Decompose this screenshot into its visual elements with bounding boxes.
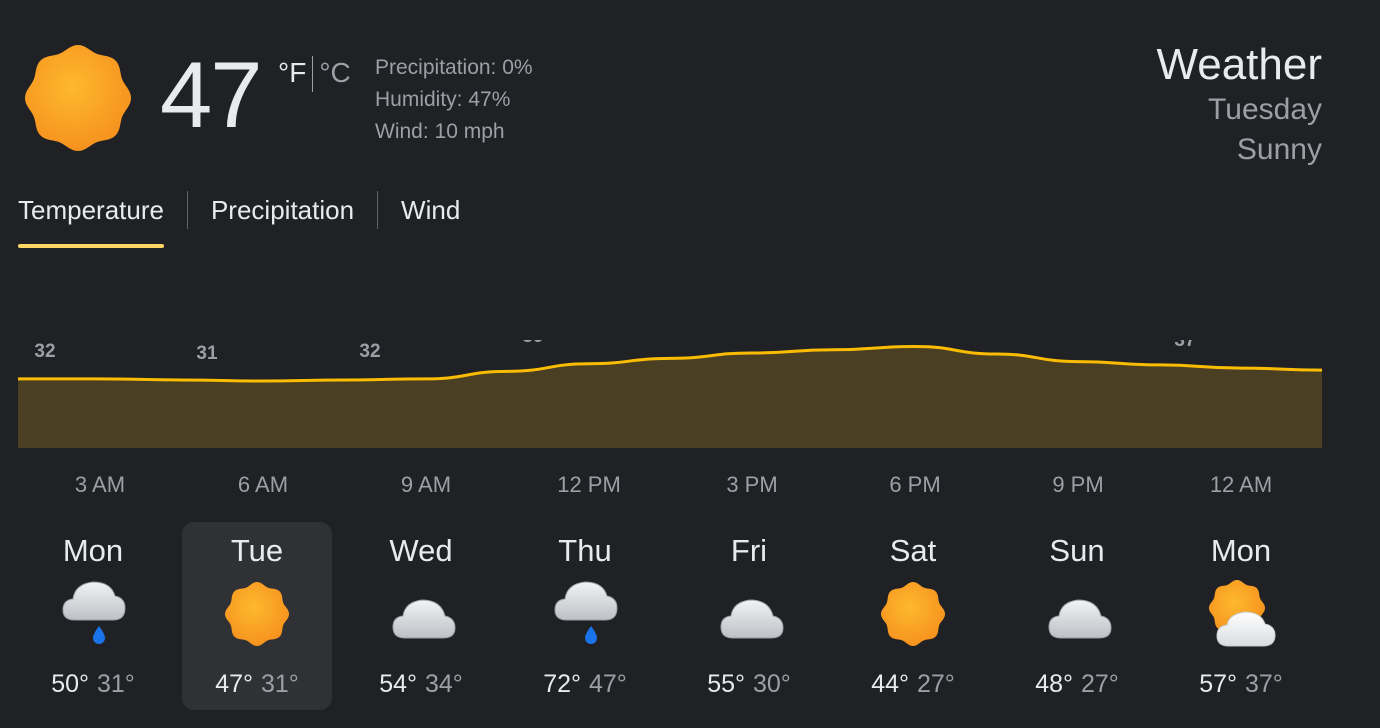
- low-temperature: 31°: [97, 670, 135, 698]
- tab-divider: [377, 191, 379, 229]
- hour-label: 6 PM: [889, 472, 941, 497]
- chart-data-label: 32: [34, 341, 55, 362]
- chart-data-label: 32: [359, 341, 380, 362]
- day-card-mon[interactable]: Mon 57° 37°: [1166, 522, 1316, 710]
- hour-label: 12 PM: [557, 472, 621, 497]
- day-temperatures: 44° 27°: [838, 668, 988, 700]
- hour-label: 9 PM: [1052, 472, 1104, 497]
- low-temperature: 47°: [589, 670, 627, 698]
- wind-text: Wind: 10 mph: [375, 120, 505, 143]
- low-temperature: 30°: [753, 670, 791, 698]
- weather-condition: Sunny: [1236, 133, 1322, 166]
- chart-data-label: 31: [196, 343, 218, 364]
- day-card-sun[interactable]: Sun 48° 27°: [1002, 522, 1152, 710]
- sun-icon: [24, 44, 132, 152]
- day-temperatures: 47° 31°: [182, 668, 332, 700]
- low-temperature: 37°: [1245, 670, 1283, 698]
- cloud-icon: [1041, 578, 1113, 650]
- tab-precipitation[interactable]: Precipitation: [211, 188, 354, 232]
- day-card-fri[interactable]: Fri 55° 30°: [674, 522, 824, 710]
- day-temperatures: 55° 30°: [674, 668, 824, 700]
- day-name: Thu: [558, 533, 612, 568]
- humidity-text: Humidity: 47%: [375, 88, 511, 111]
- tab-divider: [186, 191, 188, 229]
- day-name: Wed: [389, 533, 453, 568]
- hour-axis: 3 AM 6 AM 9 AM 12 PM 3 PM 6 PM 9 PM 12 AM: [0, 470, 1380, 500]
- sun-icon: [221, 578, 293, 650]
- day-name: Sat: [889, 533, 937, 568]
- weather-day: Tuesday: [1208, 93, 1322, 126]
- tab-wind[interactable]: Wind: [401, 188, 460, 232]
- low-temperature: 31°: [261, 670, 299, 698]
- day-name: Fri: [730, 533, 768, 568]
- low-temperature: 34°: [425, 670, 463, 698]
- high-temperature: 44°: [871, 670, 909, 698]
- high-temperature: 47°: [215, 670, 253, 698]
- weather-details: Precipitation: 0% Humidity: 47% Wind: 10…: [375, 52, 533, 148]
- day-temperatures: 50° 31°: [18, 668, 168, 700]
- day-card-tue[interactable]: Tue 47° 31°: [182, 522, 332, 710]
- low-temperature: 27°: [1081, 670, 1119, 698]
- celsius-button[interactable]: °C: [319, 56, 350, 90]
- rain-cloud-icon: [57, 578, 129, 650]
- high-temperature: 57°: [1199, 670, 1237, 698]
- high-temperature: 50°: [51, 670, 89, 698]
- day-card-wed[interactable]: Wed 54° 34°: [346, 522, 496, 710]
- hour-label: 9 AM: [400, 472, 452, 497]
- high-temperature: 54°: [379, 670, 417, 698]
- low-temperature: 27°: [917, 670, 955, 698]
- temperature-chart: 3231323944474037: [17, 340, 1323, 448]
- hour-label: 3 AM: [74, 472, 126, 497]
- rain-cloud-icon: [549, 578, 621, 650]
- high-temperature: 48°: [1035, 670, 1073, 698]
- tab-temperature[interactable]: Temperature: [18, 188, 164, 248]
- day-temperatures: 57° 37°: [1166, 668, 1316, 700]
- chart-data-label: 39: [522, 340, 543, 347]
- precipitation-text: Precipitation: 0%: [375, 56, 533, 79]
- cloud-icon: [713, 578, 785, 650]
- current-temperature: 47: [160, 42, 263, 147]
- day-name: Mon: [62, 533, 124, 568]
- day-name: Mon: [1210, 533, 1272, 568]
- chart-data-label: 40: [1011, 340, 1032, 345]
- chart-data-label: 37: [1174, 340, 1195, 351]
- day-name: Sun: [1049, 533, 1105, 568]
- weather-header: Weather Tuesday Sunny: [1157, 40, 1323, 170]
- weather-title: Weather: [1156, 40, 1323, 89]
- day-temperatures: 48° 27°: [1002, 668, 1152, 700]
- high-temperature: 55°: [707, 670, 745, 698]
- fahrenheit-button[interactable]: °F: [278, 56, 306, 90]
- hour-label: 6 AM: [237, 472, 289, 497]
- daily-forecast: Mon 50° 31° Tue 47° 31° Wed 54° 34° Thu 72° 47° Fri 5…: [12, 522, 1352, 712]
- day-name: Tue: [230, 533, 284, 568]
- hour-label: 3 PM: [726, 472, 778, 497]
- day-card-mon[interactable]: Mon 50° 31°: [18, 522, 168, 710]
- sun-icon: [877, 578, 949, 650]
- unit-divider: [312, 56, 314, 92]
- partly-cloudy-icon: [1205, 578, 1277, 650]
- hour-label: 12 AM: [1209, 472, 1273, 497]
- high-temperature: 72°: [543, 670, 581, 698]
- day-temperatures: 54° 34°: [346, 668, 496, 700]
- day-card-thu[interactable]: Thu 72° 47°: [510, 522, 660, 710]
- day-temperatures: 72° 47°: [510, 668, 660, 700]
- cloud-icon: [385, 578, 457, 650]
- chart-tabs: Temperature Precipitation Wind: [18, 188, 460, 248]
- day-card-sat[interactable]: Sat 44° 27°: [838, 522, 988, 710]
- unit-toggle: °F °C: [278, 56, 351, 92]
